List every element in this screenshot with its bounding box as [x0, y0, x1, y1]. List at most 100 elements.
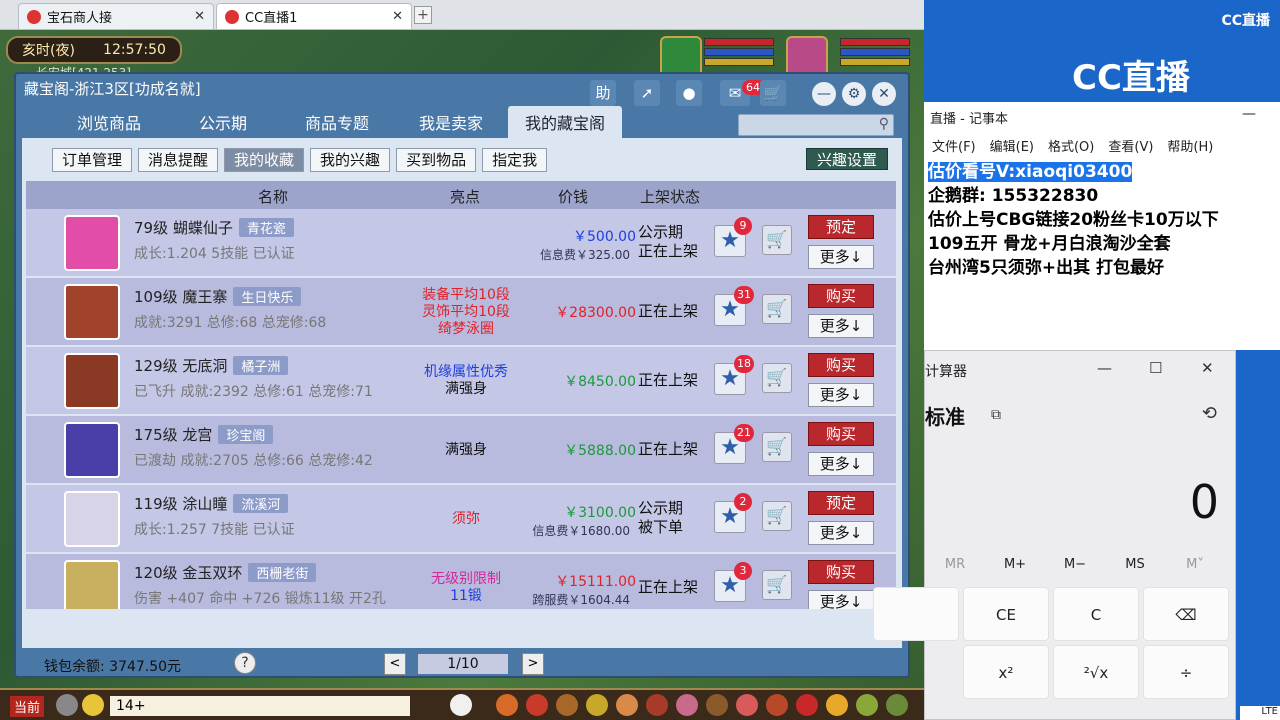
subtab-interests[interactable]: 我的兴趣 — [310, 148, 391, 172]
calc-maximize-icon[interactable]: ☐ — [1149, 359, 1162, 377]
cart-icon[interactable]: 🛒 — [762, 432, 792, 462]
calc-close-icon[interactable]: ✕ — [1201, 359, 1214, 377]
shop-icon[interactable] — [826, 694, 848, 716]
map-icon[interactable] — [886, 694, 908, 716]
cart-icon[interactable]: 🛒 — [762, 501, 792, 531]
menu-edit[interactable]: 编辑(E) — [990, 136, 1034, 155]
memory-add-button[interactable]: M+ — [985, 557, 1045, 572]
minimize-icon[interactable]: — — [812, 82, 836, 106]
table-row[interactable]: 129级 无底洞 橘子洲 已飞升 成就:2392 总修:61 总宠修:71 机缘属性优… — [26, 347, 896, 414]
calc-key-blank[interactable] — [873, 587, 959, 641]
item-name[interactable]: 79级 蝴蝶仙子 — [134, 219, 233, 237]
subtab-favorites[interactable]: 我的收藏 — [224, 148, 305, 172]
more-button[interactable]: 更多↓ — [808, 245, 874, 269]
cart-icon[interactable]: 🛒 — [762, 294, 792, 324]
backspace-button[interactable]: ⌫ — [1143, 587, 1229, 641]
search-icon[interactable]: ⚲ — [879, 116, 889, 132]
notice-icon[interactable] — [796, 694, 818, 716]
friend-icon[interactable] — [736, 694, 758, 716]
emoji-icon[interactable] — [82, 694, 104, 716]
subtab-notifications[interactable]: 消息提醒 — [138, 148, 219, 172]
chat-input[interactable]: 14+ — [110, 696, 410, 716]
clear-entry-button[interactable]: CE — [963, 587, 1049, 641]
item-action-button[interactable]: 购买 — [808, 560, 874, 584]
item-name[interactable]: 175级 龙宫 — [134, 426, 212, 444]
menu-file[interactable]: 文件(F) — [932, 136, 976, 155]
table-row[interactable]: 119级 涂山瞳 流溪河 成长:1.257 7技能 已认证 须弥 ￥3100.00 信息费… — [26, 485, 896, 552]
square-button[interactable]: x² — [963, 645, 1049, 699]
tab-close-icon[interactable]: ✕ — [194, 9, 205, 24]
channel-button[interactable]: 当前 — [10, 696, 45, 717]
table-row[interactable]: 109级 魔王寨 生日快乐 成就:3291 总修:68 总宠修:68 装备平均10段灵… — [26, 278, 896, 345]
cart-icon[interactable]: 🛒 — [762, 225, 792, 255]
menu-help[interactable]: 帮助(H) — [1167, 136, 1213, 155]
search-input[interactable]: ⚲ — [738, 114, 894, 136]
history-icon[interactable]: ⟲ — [1202, 403, 1217, 424]
table-row[interactable]: 120级 金玉双环 西栅老街 伤害 +407 命中 +726 锻炼11级 开2孔 无级… — [26, 554, 896, 609]
subtab-designated[interactable]: 指定我 — [482, 148, 548, 172]
attack-icon[interactable] — [496, 694, 518, 716]
help-icon[interactable]: ? — [234, 652, 256, 674]
notepad-minimize-icon[interactable]: — — [1242, 106, 1256, 122]
item-avatar[interactable] — [64, 560, 120, 609]
tab-topics[interactable]: 商品专题 — [280, 106, 394, 138]
subtab-purchased[interactable]: 买到物品 — [396, 148, 477, 172]
interest-settings-button[interactable]: 兴趣设置 — [805, 148, 888, 170]
memory-list-button[interactable]: M˅ — [1165, 557, 1225, 572]
memory-subtract-button[interactable]: M− — [1045, 557, 1105, 572]
menu-view[interactable]: 查看(V) — [1108, 136, 1153, 155]
menu-format[interactable]: 格式(O) — [1048, 136, 1094, 155]
item-icon[interactable] — [526, 694, 548, 716]
cart-icon[interactable]: 🛒 — [762, 570, 792, 600]
square-root-button[interactable]: ²√x — [1053, 645, 1139, 699]
notepad-text[interactable]: 估价看号V:xiaoqi03400 企鹅群: 155322830 估价上号CBG… — [928, 160, 1219, 280]
keep-on-top-icon[interactable]: ⧉ — [991, 407, 1001, 423]
bag-icon[interactable] — [556, 694, 578, 716]
item-action-button[interactable]: 预定 — [808, 215, 874, 239]
pet-icon[interactable] — [450, 694, 472, 716]
item-avatar[interactable] — [64, 215, 120, 271]
item-name[interactable]: 120级 金玉双环 — [134, 564, 242, 582]
next-page-button[interactable]: > — [522, 653, 544, 675]
tab-close-icon[interactable]: ✕ — [392, 9, 403, 24]
more-button[interactable]: 更多↓ — [808, 521, 874, 545]
calc-minimize-icon[interactable]: — — [1097, 359, 1112, 377]
new-tab-button[interactable]: + — [414, 6, 432, 24]
item-action-button[interactable]: 购买 — [808, 422, 874, 446]
item-name[interactable]: 129级 无底洞 — [134, 357, 227, 375]
more-button[interactable]: 更多↓ — [808, 452, 874, 476]
microphone-icon[interactable] — [56, 694, 78, 716]
cart-icon[interactable]: 🛒 — [760, 80, 786, 106]
table-row[interactable]: 175级 龙宫 珍宝阁 已渡劫 成就:2705 总修:66 总宠修:42 满强身 ￥58… — [26, 416, 896, 483]
item-name[interactable]: 119级 涂山瞳 — [134, 495, 227, 513]
give-icon[interactable] — [586, 694, 608, 716]
tab-seller[interactable]: 我是卖家 — [394, 106, 508, 138]
item-action-button[interactable]: 购买 — [808, 353, 874, 377]
memory-recall-button[interactable]: MR — [925, 557, 985, 572]
item-action-button[interactable]: 预定 — [808, 491, 874, 515]
settings-icon[interactable]: ⚙ — [842, 82, 866, 106]
system-icon[interactable] — [856, 694, 878, 716]
browser-tab-1[interactable]: 宝石商人接 ✕ — [18, 3, 214, 29]
share-icon[interactable]: ➚ — [634, 80, 660, 106]
quest-icon[interactable] — [706, 694, 728, 716]
team-icon[interactable] — [646, 694, 668, 716]
item-name[interactable]: 109级 魔王寨 — [134, 288, 227, 306]
item-avatar[interactable] — [64, 284, 120, 340]
clear-button[interactable]: C — [1053, 587, 1139, 641]
browser-tab-2[interactable]: CC直播1 ✕ — [216, 3, 412, 29]
record-icon[interactable]: ● — [676, 80, 702, 106]
memory-store-button[interactable]: MS — [1105, 557, 1165, 572]
table-row[interactable]: 79级 蝴蝶仙子 青花瓷 成长:1.204 5技能 已认证 ￥500.00 信息费￥32… — [26, 209, 896, 276]
guild-icon[interactable] — [676, 694, 698, 716]
prev-page-button[interactable]: < — [384, 653, 406, 675]
help-button[interactable]: 助 — [590, 80, 616, 106]
item-avatar[interactable] — [64, 491, 120, 547]
cart-icon[interactable]: 🛒 — [762, 363, 792, 393]
tab-browse[interactable]: 浏览商品 — [52, 106, 166, 138]
item-avatar[interactable] — [64, 422, 120, 478]
tab-public-period[interactable]: 公示期 — [166, 106, 280, 138]
close-icon[interactable]: ✕ — [872, 82, 896, 106]
more-button[interactable]: 更多↓ — [808, 314, 874, 338]
item-action-button[interactable]: 购买 — [808, 284, 874, 308]
